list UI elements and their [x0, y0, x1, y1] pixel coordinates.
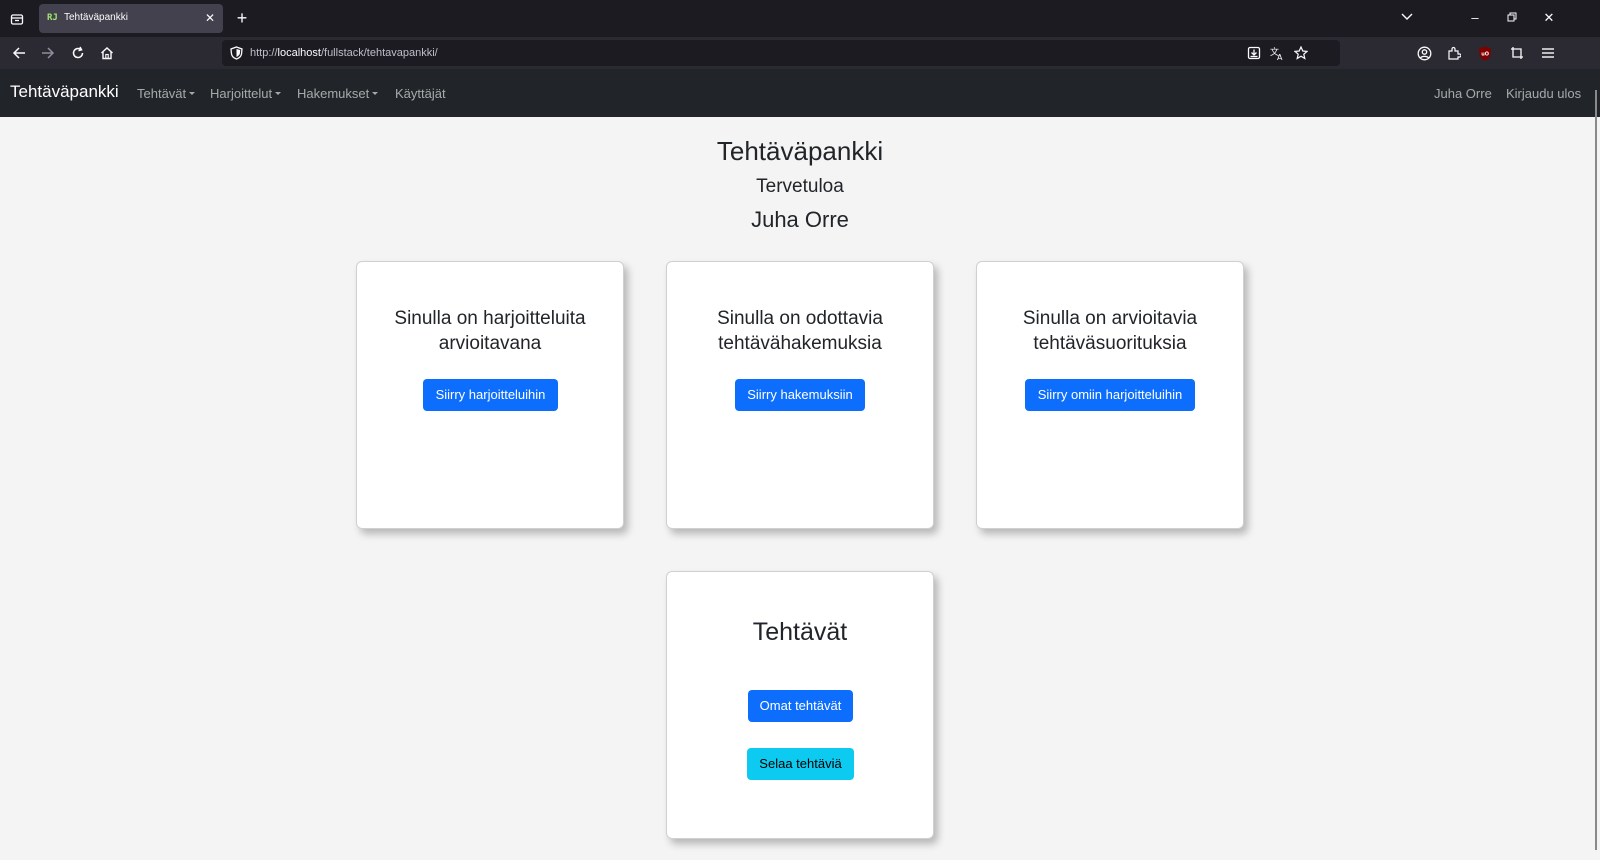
dropdown-caret-icon: [275, 92, 282, 95]
welcome-text: Tervetuloa: [756, 176, 844, 197]
tab-title: Tehtäväpankki: [64, 12, 128, 23]
card-title: Tehtävät: [752, 618, 848, 646]
ublock-origin-icon[interactable]: uO: [1475, 43, 1495, 63]
card-practice-reviews: Sinulla on harjoitteluita arvioitavana S…: [356, 261, 624, 529]
reload-icon[interactable]: [68, 43, 88, 63]
go-to-practices-button[interactable]: Siirry harjoitteluihin: [423, 379, 558, 411]
list-all-tabs-icon[interactable]: [1396, 8, 1418, 28]
card-pending-applications: Sinulla on odottavia tehtävähakemuksia S…: [666, 261, 934, 529]
minimize-icon[interactable]: –: [1464, 8, 1486, 28]
tab-close-icon[interactable]: ✕: [205, 11, 215, 25]
nav-item-label: Harjoittelut: [210, 86, 273, 101]
menu-hamburger-icon[interactable]: [1538, 43, 1558, 63]
card-title: Sinulla on odottavia tehtävähakemuksia: [717, 308, 883, 354]
nav-item-harjoittelut[interactable]: Harjoittelut: [210, 86, 282, 101]
nav-item-kayttajat[interactable]: Käyttäjät: [395, 86, 446, 101]
account-icon[interactable]: [1414, 43, 1434, 63]
nav-item-tehtavat[interactable]: Tehtävät: [137, 86, 196, 101]
browser-tab-active[interactable]: RJ Tehtäväpankki ✕: [39, 4, 223, 33]
home-icon[interactable]: [97, 43, 117, 63]
close-window-icon[interactable]: ✕: [1538, 8, 1560, 28]
card-task-submissions: Sinulla on arvioitavia tehtäväsuorituksi…: [976, 261, 1244, 529]
restore-icon[interactable]: [1501, 8, 1523, 28]
svg-text:uO: uO: [1481, 51, 1489, 57]
card-title: Sinulla on harjoitteluita arvioitavana: [394, 308, 586, 354]
tracking-protection-icon[interactable]: [228, 45, 244, 61]
go-to-applications-button[interactable]: Siirry hakemuksiin: [735, 379, 865, 411]
nav-user-name[interactable]: Juha Orre: [1434, 86, 1492, 101]
card-tasks: Tehtävät Omat tehtävät Selaa tehtäviä: [666, 571, 934, 839]
browser-tabstrip: RJ Tehtäväpankki ✕ + – ✕: [0, 0, 1600, 37]
extensions-icon[interactable]: [1444, 43, 1464, 63]
browser-toolbar: http://localhost/fullstack/tehtavapankki…: [0, 37, 1600, 69]
app-navbar: Tehtäväpankki Tehtävät Harjoittelut Hake…: [0, 69, 1600, 117]
translate-icon[interactable]: 文A: [1269, 45, 1285, 61]
nav-item-label: Tehtävät: [137, 86, 187, 101]
own-tasks-button[interactable]: Omat tehtävät: [748, 690, 853, 722]
nav-item-hakemukset[interactable]: Hakemukset: [297, 86, 379, 101]
back-icon[interactable]: [9, 43, 29, 63]
page-title: Tehtäväpankki: [716, 136, 884, 166]
welcome-user-name: Juha Orre: [751, 207, 849, 232]
go-to-own-practices-button[interactable]: Siirry omiin harjoitteluihin: [1025, 379, 1195, 411]
url-text: http://localhost/fullstack/tehtavapankki…: [250, 47, 438, 59]
dropdown-caret-icon: [372, 92, 379, 95]
new-tab-icon[interactable]: +: [232, 8, 252, 28]
navbar-brand[interactable]: Tehtäväpankki: [10, 82, 119, 102]
save-to-pocket-icon[interactable]: [1246, 45, 1262, 61]
screenshot-icon[interactable]: [1507, 43, 1527, 63]
address-bar[interactable]: http://localhost/fullstack/tehtavapankki…: [222, 40, 1340, 66]
svg-text:A: A: [1277, 53, 1283, 61]
favicon-icon: RJ: [47, 13, 58, 23]
bookmark-star-icon[interactable]: [1293, 45, 1309, 61]
browse-tasks-button[interactable]: Selaa tehtäviä: [747, 748, 854, 780]
logout-link[interactable]: Kirjaudu ulos: [1506, 86, 1581, 101]
card-title: Sinulla on arvioitavia tehtäväsuorituksi…: [1022, 308, 1198, 354]
page-scrollbar[interactable]: [1595, 90, 1597, 850]
forward-icon[interactable]: [38, 43, 58, 63]
tab-list-icon[interactable]: [6, 8, 28, 30]
dropdown-caret-icon: [189, 92, 196, 95]
nav-item-label: Hakemukset: [297, 86, 370, 101]
